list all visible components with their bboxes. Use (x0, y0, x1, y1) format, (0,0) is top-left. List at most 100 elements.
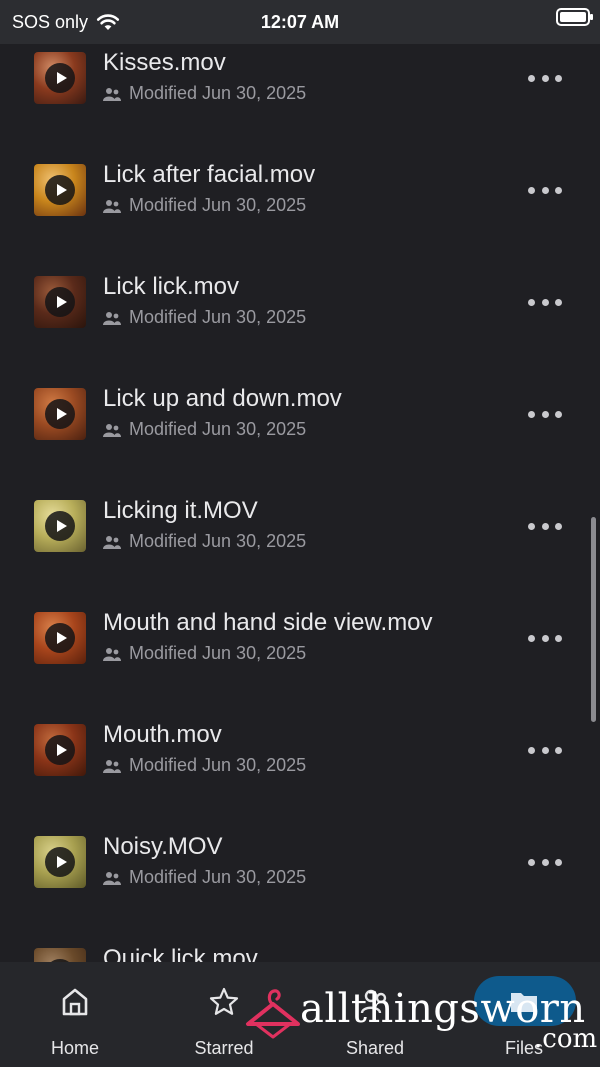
modified-date: Modified Jun 30, 2025 (129, 867, 307, 887)
hanger-logo (246, 989, 300, 1039)
file-name: Lick up and down.mov (103, 385, 342, 412)
video-thumbnail[interactable] (34, 836, 86, 888)
more-dot-icon (541, 74, 549, 82)
video-thumbnail[interactable] (34, 724, 86, 776)
more-dot-icon (541, 746, 549, 754)
file-meta: Modified Jun 30, 2025 (103, 419, 306, 440)
file-name: Kisses.mov (103, 49, 226, 76)
file-list[interactable]: Kisses.mov Modified Jun 30, 2025 Lick afte… (0, 44, 600, 962)
play-icon (45, 63, 75, 93)
play-icon (45, 399, 75, 429)
more-dot-icon (528, 634, 535, 642)
play-icon (45, 623, 75, 653)
more-dot-icon (555, 634, 562, 642)
video-thumbnail[interactable] (34, 52, 86, 104)
more-dot-icon (528, 186, 535, 194)
more-dot-icon (528, 74, 535, 82)
more-dot-icon (555, 186, 562, 194)
play-icon (45, 287, 75, 317)
file-name: Licking it.MOV (103, 497, 258, 524)
file-name: Quick lick.mov (103, 945, 258, 962)
more-dot-icon (541, 410, 549, 418)
file-name: Lick after facial.mov (103, 161, 316, 188)
star-icon (209, 987, 239, 1015)
status-bar: SOS only 12:07 AM (0, 0, 600, 44)
more-dot-icon (528, 858, 535, 866)
watermark: allthingsworn .com (244, 980, 600, 1060)
play-icon (45, 175, 75, 205)
modified-date: Modified Jun 30, 2025 (129, 531, 307, 551)
more-options-button[interactable] (528, 740, 562, 760)
modified-date: Modified Jun 30, 2025 (129, 195, 307, 215)
home-icon (62, 988, 88, 1016)
play-icon (45, 735, 75, 765)
more-dot-icon (555, 298, 562, 306)
more-dot-icon (541, 298, 549, 306)
more-dot-icon (541, 634, 549, 642)
more-dot-icon (555, 410, 562, 418)
play-icon (45, 511, 75, 541)
nav-home-label: Home (50, 1038, 99, 1058)
file-row[interactable]: Licking it.MOV Modified Jun 30, 2025 (0, 492, 600, 604)
file-row[interactable]: Kisses.mov Modified Jun 30, 2025 (0, 44, 600, 156)
file-row[interactable]: Lick lick.mov Modified Jun 30, 2025 (0, 268, 600, 380)
file-meta: Modified Jun 30, 2025 (103, 83, 306, 104)
file-row[interactable]: Mouth and hand side view.mov Modified Jun… (0, 604, 600, 716)
modified-date: Modified Jun 30, 2025 (129, 83, 307, 103)
shared-people-icon (103, 535, 121, 549)
status-left: SOS only (12, 12, 120, 33)
more-dot-icon (528, 746, 535, 754)
nav-home[interactable]: Home (15, 962, 135, 1067)
file-row[interactable]: Lick up and down.mov Modified Jun 30, 202… (0, 380, 600, 492)
more-dot-icon (528, 522, 535, 530)
more-dot-icon (528, 298, 535, 306)
file-meta: Modified Jun 30, 2025 (103, 531, 306, 552)
more-options-button[interactable] (528, 180, 562, 200)
more-options-button[interactable] (528, 628, 562, 648)
shared-people-icon (103, 871, 121, 885)
more-options-button[interactable] (528, 852, 562, 872)
watermark-suffix: .com (534, 1024, 598, 1054)
file-meta: Modified Jun 30, 2025 (103, 755, 306, 776)
shared-people-icon (103, 87, 121, 101)
more-options-button[interactable] (528, 516, 562, 536)
scrollbar[interactable] (591, 517, 596, 722)
file-row[interactable]: Mouth.mov Modified Jun 30, 2025 (0, 716, 600, 828)
file-meta: Modified Jun 30, 2025 (103, 307, 306, 328)
more-dot-icon (555, 522, 562, 530)
modified-date: Modified Jun 30, 2025 (129, 307, 307, 327)
file-row[interactable]: Quick lick.mov (0, 940, 600, 962)
shared-people-icon (103, 647, 121, 661)
play-icon (45, 847, 75, 877)
video-thumbnail[interactable] (34, 500, 86, 552)
file-row[interactable]: Lick after facial.mov Modified Jun 30, 20… (0, 156, 600, 268)
file-meta: Modified Jun 30, 2025 (103, 643, 306, 664)
file-meta: Modified Jun 30, 2025 (103, 867, 306, 888)
modified-date: Modified Jun 30, 2025 (129, 755, 307, 775)
more-dot-icon (541, 858, 549, 866)
more-dot-icon (555, 746, 562, 754)
more-dot-icon (555, 858, 562, 866)
video-thumbnail[interactable] (34, 164, 86, 216)
wifi-icon (96, 14, 120, 30)
file-name: Lick lick.mov (103, 273, 240, 300)
shared-people-icon (103, 199, 121, 213)
more-dot-icon (541, 522, 549, 530)
video-thumbnail[interactable] (34, 276, 86, 328)
more-options-button[interactable] (528, 404, 562, 424)
file-row[interactable]: Noisy.MOV Modified Jun 30, 2025 (0, 828, 600, 940)
shared-people-icon (103, 759, 121, 773)
file-name: Mouth.mov (103, 721, 222, 748)
battery-icon (556, 8, 593, 26)
video-thumbnail[interactable] (34, 388, 86, 440)
video-thumbnail[interactable] (34, 612, 86, 664)
file-name: Noisy.MOV (103, 833, 223, 860)
more-dot-icon (528, 410, 535, 418)
modified-date: Modified Jun 30, 2025 (129, 643, 307, 663)
more-options-button[interactable] (528, 68, 562, 88)
carrier-label: SOS only (12, 11, 89, 32)
file-name: Mouth and hand side view.mov (103, 609, 433, 636)
shared-people-icon (103, 423, 121, 437)
more-options-button[interactable] (528, 292, 562, 312)
video-thumbnail[interactable] (34, 948, 86, 962)
